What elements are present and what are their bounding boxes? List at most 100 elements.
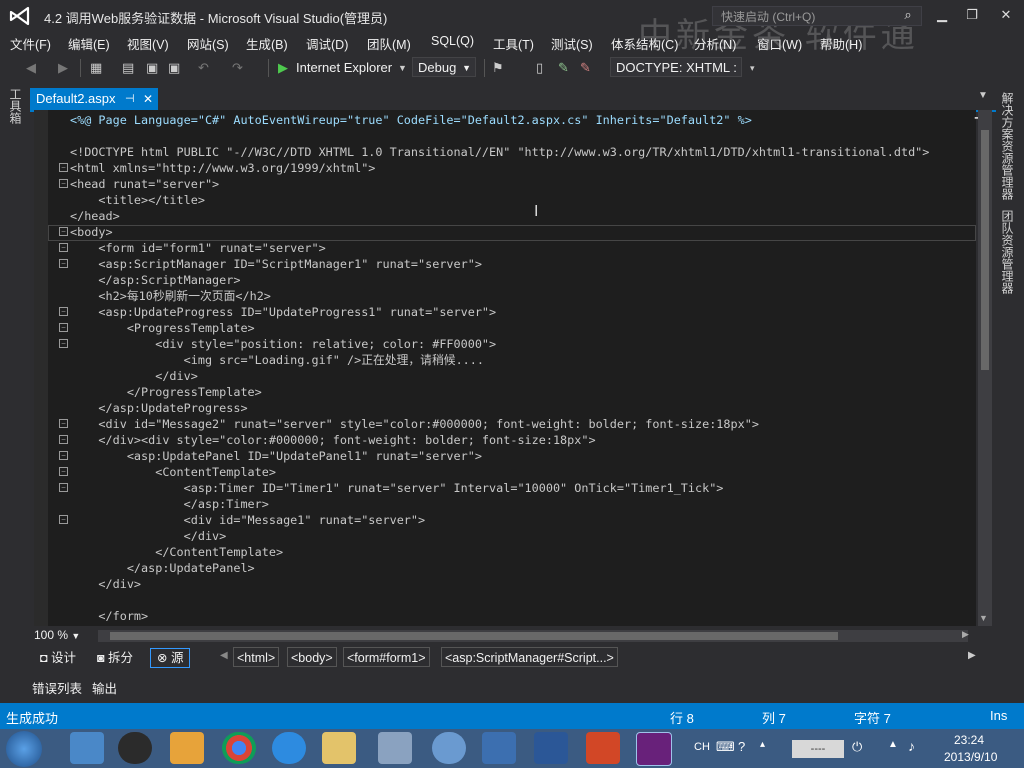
visual-studio-taskbar-icon[interactable] (636, 732, 672, 766)
code-line[interactable]: <title></title> (70, 192, 205, 208)
fold-collapse-icon[interactable]: − (59, 467, 68, 476)
code-line[interactable]: <div id="Message2" runat="server" style=… (70, 416, 759, 432)
fold-collapse-icon[interactable]: − (59, 515, 68, 524)
code-line[interactable]: <head runat="server"> (70, 176, 219, 192)
code-line[interactable]: </div> (70, 528, 227, 544)
document-outline-icon[interactable]: ▯ (536, 58, 543, 78)
fold-collapse-icon[interactable]: − (59, 307, 68, 316)
menu-architecture[interactable]: 体系结构(C) (611, 34, 678, 53)
infinity-app-icon[interactable] (482, 732, 516, 764)
code-line[interactable]: <div style="position: relative; color: #… (70, 336, 496, 352)
code-line[interactable]: </head> (70, 208, 120, 224)
breadcrumb-body[interactable]: <body> (287, 647, 337, 667)
fold-collapse-icon[interactable]: − (59, 163, 68, 172)
breadcrumb-prev-icon[interactable]: ◀ (220, 650, 228, 661)
breadcrumb-next-icon[interactable]: ▶ (968, 650, 976, 661)
code-line[interactable]: <form id="form1" runat="server"> (70, 240, 325, 256)
ime-indicator[interactable]: CH (694, 741, 710, 753)
fold-collapse-icon[interactable]: − (59, 323, 68, 332)
code-line[interactable]: <asp:UpdateProgress ID="UpdateProgress1"… (70, 304, 496, 320)
menu-analyze[interactable]: 分析(N) (694, 34, 736, 53)
save-all-icon[interactable]: ▣ (168, 58, 180, 78)
scroll-down-icon[interactable]: ▼ (979, 613, 988, 623)
close-icon[interactable]: ✕ (143, 88, 153, 110)
code-line[interactable]: <ProgressTemplate> (70, 320, 255, 336)
vertical-scroll-thumb[interactable] (981, 130, 989, 370)
fold-collapse-icon[interactable]: − (59, 339, 68, 348)
tray-more-icon[interactable]: ▴ (760, 739, 765, 750)
view-source-button[interactable]: ⊗ 源 (150, 648, 191, 668)
tab-error-list[interactable]: 错误列表 (32, 678, 82, 697)
fold-collapse-icon[interactable]: − (59, 483, 68, 492)
menu-sql[interactable]: SQL(Q) (431, 34, 474, 48)
word-icon[interactable] (534, 732, 568, 764)
code-line[interactable]: <asp:UpdatePanel ID="UpdatePanel1" runat… (70, 448, 482, 464)
start-debug-icon[interactable]: ▶ (278, 58, 288, 78)
quick-launch-input[interactable]: 快速启动 (Ctrl+Q) (712, 6, 922, 26)
breadcrumb-form[interactable]: <form#form1> (343, 647, 430, 667)
menu-test[interactable]: 测试(S) (551, 34, 593, 53)
forward-icon[interactable]: ▶ (58, 58, 68, 78)
internet-explorer-icon[interactable] (272, 732, 306, 764)
qq-icon[interactable] (118, 732, 152, 764)
breadcrumb-html[interactable]: <html> (233, 647, 280, 667)
code-line[interactable]: </asp:UpdateProgress> (70, 400, 247, 416)
menu-build[interactable]: 生成(B) (246, 34, 288, 53)
attach-icon[interactable]: ⚑ (492, 58, 504, 78)
team-explorer-tab[interactable]: 团队资源管理器 (1000, 210, 1016, 294)
restore-button[interactable]: ❐ (960, 6, 984, 24)
start-button[interactable] (6, 731, 42, 767)
code-line[interactable]: </div> (70, 576, 141, 592)
code-line[interactable]: <div id="Message1" runat="server"> (70, 512, 426, 528)
code-line[interactable]: <!DOCTYPE html PUBLIC "-//W3C//DTD XHTML… (70, 144, 929, 160)
menu-help[interactable]: 帮助(H) (820, 34, 862, 53)
bird-app-icon[interactable] (70, 732, 104, 764)
pin-icon[interactable]: ⊣ (125, 88, 135, 110)
new-project-icon[interactable]: ▦ (90, 58, 102, 78)
tab-output[interactable]: 输出 (92, 678, 117, 697)
file-explorer-icon[interactable] (322, 732, 356, 764)
solution-explorer-tab[interactable]: 解决方案资源管理器 (1000, 92, 1016, 200)
code-line[interactable]: </div> (70, 368, 198, 384)
config-dropdown[interactable]: Debug ▼ (412, 57, 476, 77)
keyboard-icon[interactable]: ⌨ (716, 739, 735, 755)
code-line[interactable]: </div><div style="color:#000000; font-we… (70, 432, 595, 448)
run-target-dropdown[interactable]: Internet Explorer (296, 58, 392, 78)
volume-icon[interactable]: ♪ (908, 738, 915, 754)
back-icon[interactable]: ◀ (26, 58, 36, 78)
view-split-button[interactable]: ◙ 拆分 (97, 648, 133, 668)
clock-time[interactable]: 23:24 (954, 733, 984, 747)
zoom-level[interactable]: 100 % ▼ (34, 628, 98, 644)
fold-collapse-icon[interactable]: − (59, 419, 68, 428)
fold-collapse-icon[interactable]: − (59, 227, 68, 236)
power-icon[interactable]: ⏻ (852, 739, 862, 755)
fold-collapse-icon[interactable]: − (59, 243, 68, 252)
menu-view[interactable]: 视图(V) (127, 34, 169, 53)
fold-collapse-icon[interactable]: − (59, 451, 68, 460)
toolbox-tab[interactable]: 工具箱 (8, 88, 24, 124)
chrome-icon[interactable] (222, 732, 256, 764)
code-line[interactable]: <body> (70, 224, 113, 240)
save-icon[interactable]: ▣ (146, 58, 158, 78)
code-line[interactable]: <img src="Loading.gif" />正在处理，请稍候.... (70, 352, 484, 368)
fold-collapse-icon[interactable]: − (59, 179, 68, 188)
doctype-dropdown[interactable]: DOCTYPE: XHTML : (610, 57, 742, 77)
input-box[interactable]: ---- (792, 740, 844, 758)
menu-edit[interactable]: 编辑(E) (68, 34, 110, 53)
tools-app-icon[interactable] (378, 732, 412, 764)
scroll-right-icon[interactable]: ▶ (962, 629, 969, 640)
code-line[interactable]: <asp:Timer ID="Timer1" runat="server" In… (70, 480, 724, 496)
search-app-icon[interactable] (432, 732, 466, 764)
code-line[interactable]: <asp:ScriptManager ID="ScriptManager1" r… (70, 256, 482, 272)
menu-website[interactable]: 网站(S) (187, 34, 229, 53)
tab-list-chevron-icon[interactable]: ▼ (978, 90, 988, 101)
code-line[interactable]: <html xmlns="http://www.w3.org/1999/xhtm… (70, 160, 375, 176)
menu-tools[interactable]: 工具(T) (493, 34, 534, 53)
code-line[interactable]: <h2>每10秒刷新一次页面</h2> (70, 288, 271, 304)
redo-icon[interactable]: ↷ (232, 58, 243, 78)
fold-collapse-icon[interactable]: − (59, 435, 68, 444)
code-line[interactable]: </form> (70, 608, 148, 624)
minimize-button[interactable]: ▁ (930, 6, 954, 24)
undo-icon[interactable]: ↶ (198, 58, 209, 78)
close-button[interactable]: ✕ (994, 6, 1018, 24)
